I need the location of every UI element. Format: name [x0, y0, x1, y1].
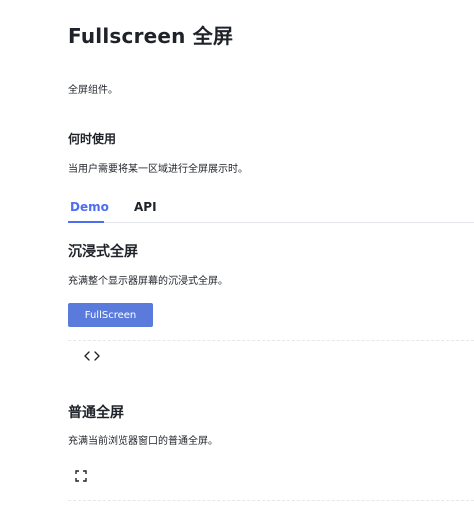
tab-api[interactable]: API [134, 200, 157, 214]
section-title-normal: 普通全屏 [68, 405, 124, 421]
tab-demo[interactable]: Demo [70, 200, 109, 214]
code-icon[interactable] [82, 348, 102, 364]
doc-page: Fullscreen 全屏 全屏组件。 何时使用 当用户需要将某一区域进行全屏展… [68, 0, 474, 511]
section-description-normal: 充满当前浏览器窗口的普通全屏。 [68, 436, 218, 447]
tab-bar: Demo API [68, 196, 474, 223]
active-tab-indicator [68, 221, 104, 223]
page-description: 全屏组件。 [68, 85, 118, 96]
section-description-immersive: 充满整个显示器屏幕的沉浸式全屏。 [68, 276, 228, 287]
fullscreen-icon[interactable] [74, 468, 88, 482]
when-to-use-text: 当用户需要将某一区域进行全屏展示时。 [68, 164, 248, 175]
section-title-immersive: 沉浸式全屏 [68, 244, 138, 260]
demo-divider-2 [68, 500, 474, 501]
when-to-use-heading: 何时使用 [68, 132, 117, 146]
demo-divider [68, 340, 474, 341]
page-title: Fullscreen 全屏 [68, 24, 234, 48]
fullscreen-button[interactable]: FullScreen [68, 303, 153, 327]
